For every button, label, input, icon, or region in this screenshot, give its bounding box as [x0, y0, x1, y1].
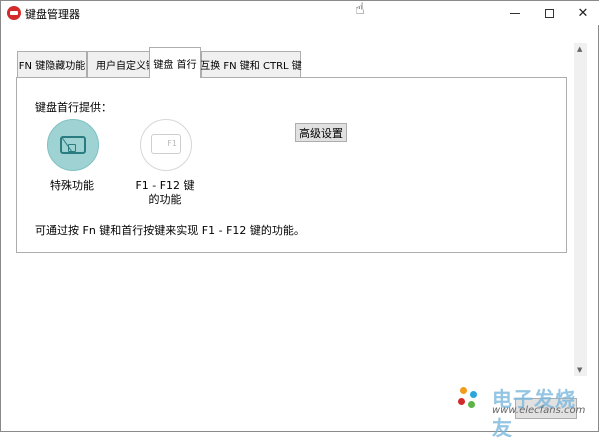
- f1-f12-label: F1 - F12 键 的功能: [135, 179, 195, 206]
- close-icon: ✕: [577, 5, 589, 21]
- app-logo-icon: [7, 6, 21, 20]
- advanced-settings-button[interactable]: 高级设置: [295, 123, 347, 142]
- watermark: 电子发烧友 www.elecfans.com: [456, 379, 596, 440]
- window-title: 键盘管理器: [25, 8, 80, 21]
- scroll-up-icon[interactable]: ▲: [577, 45, 582, 53]
- f-key-keyboard-icon: F1: [151, 134, 181, 154]
- tab-swap-fn-ctrl[interactable]: 互换 FN 键和 CTRL 键: [200, 51, 302, 77]
- top-row-panel: 键盘首行提供： 特殊功能 F1 F1 - F12 键 的功能 高级设置 可通过按…: [16, 77, 567, 253]
- special-keyboard-icon: [60, 136, 86, 154]
- hand-cursor-icon: ☝: [355, 0, 365, 18]
- minimize-icon: [510, 12, 520, 14]
- scroll-down-icon[interactable]: ▼: [577, 366, 582, 374]
- watermark-url: www.elecfans.com: [492, 405, 586, 416]
- tab-fn-hidden-functions[interactable]: FN 键隐藏功能: [17, 51, 87, 77]
- panel-heading: 键盘首行提供：: [35, 101, 112, 114]
- keyboard-manager-window: 键盘管理器 ☝ ✕ FN 键隐藏功能 用户自定义键 键盘 首行 互换 FN 键和…: [0, 0, 600, 440]
- special-function-option[interactable]: [47, 119, 99, 171]
- description-text: 可通过按 Fn 键和首行按键来实现 F1 - F12 键的功能。: [35, 224, 305, 237]
- maximize-button[interactable]: [532, 1, 566, 25]
- minimize-button[interactable]: [498, 1, 532, 25]
- tab-keyboard-top-row[interactable]: 键盘 首行: [149, 47, 201, 78]
- special-function-label: 特殊功能: [50, 179, 94, 192]
- vertical-scrollbar[interactable]: ▲ ▼: [574, 43, 587, 376]
- f1-f12-option[interactable]: F1: [140, 119, 192, 171]
- watermark-logo-icon: [456, 387, 482, 409]
- close-button[interactable]: ✕: [566, 1, 600, 25]
- title-bar: 键盘管理器 ☝ ✕: [1, 0, 600, 25]
- maximize-icon: [544, 8, 554, 18]
